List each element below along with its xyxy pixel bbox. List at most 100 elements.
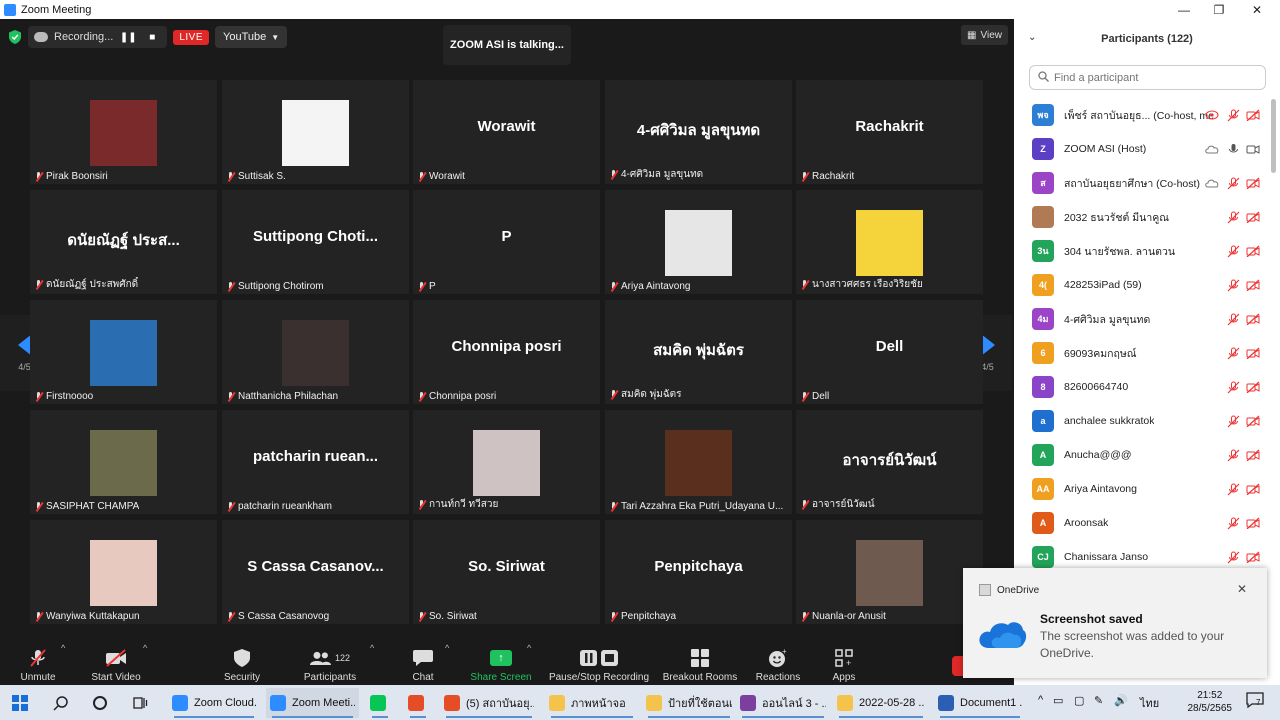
- video-tile[interactable]: นางสาวศศธร เรืองวิริยชัย: [796, 190, 983, 294]
- taskbar-app[interactable]: [404, 688, 432, 718]
- microphone-muted-icon[interactable]: [1226, 550, 1240, 564]
- taskbar-app[interactable]: ป้ายที่ใช้ตอนเ...: [642, 688, 736, 718]
- video-tile[interactable]: Penpitchaya Penpitchaya: [605, 520, 792, 624]
- participant-row[interactable]: พจ เพ็ชร์ สถาบันอยุธ... (Co-host, me): [1014, 98, 1270, 132]
- taskbar-app[interactable]: Document1 ...: [934, 688, 1026, 718]
- video-tile[interactable]: Suttisak S.: [222, 80, 409, 184]
- participant-row[interactable]: a anchalee sukkratok: [1014, 404, 1270, 438]
- notification-center-button[interactable]: 7: [1246, 692, 1264, 711]
- participants-button[interactable]: 122 Participants: [300, 639, 360, 683]
- pause-recording-button[interactable]: ❚❚: [119, 28, 137, 46]
- video-tile[interactable]: Wanyiwa Kuttakapun: [30, 520, 217, 624]
- share-screen-button[interactable]: ↑ Share Screen: [468, 639, 534, 683]
- participant-row[interactable]: 6 69093คมกฤษณ์: [1014, 336, 1270, 370]
- live-badge[interactable]: LIVE: [173, 29, 209, 45]
- video-tile[interactable]: ดนัยณัฏฐ์ ประส... ดนัยณัฏฐ์ ประสพศักดิ์: [30, 190, 217, 294]
- video-options-caret[interactable]: ^: [143, 643, 147, 653]
- chat-button[interactable]: Chat: [406, 639, 440, 683]
- system-clock[interactable]: 21:52 28/5/2565: [1188, 689, 1233, 715]
- video-tile[interactable]: สมคิด พุ่มฉัตร สมคิด พุ่มฉัตร: [605, 300, 792, 404]
- video-tile[interactable]: Suttipong Choti... Suttipong Chotirom: [222, 190, 409, 294]
- microphone-muted-icon[interactable]: [1226, 244, 1240, 258]
- video-tile[interactable]: กานท์กวี ทวีสวย: [413, 410, 600, 514]
- participant-row[interactable]: A Aroonsak: [1014, 506, 1270, 540]
- security-button[interactable]: Security: [222, 639, 262, 683]
- participant-row[interactable]: Z ZOOM ASI (Host): [1014, 132, 1270, 166]
- video-tile[interactable]: Tari Azzahra Eka Putri_Udayana U...: [605, 410, 792, 514]
- participant-row[interactable]: A Anucha@@@: [1014, 438, 1270, 472]
- microphone-muted-icon[interactable]: [1226, 312, 1240, 326]
- microphone-muted-icon[interactable]: [1226, 176, 1240, 190]
- participant-row[interactable]: 2032 ธนวรัชต์ มีนาคูณ: [1014, 200, 1270, 234]
- input-language[interactable]: ไทย: [1140, 694, 1159, 712]
- share-options-caret[interactable]: ^: [527, 643, 531, 653]
- participant-search[interactable]: [1029, 65, 1266, 90]
- microphone-icon[interactable]: [1226, 142, 1240, 156]
- microphone-muted-icon[interactable]: [1226, 448, 1240, 462]
- chevron-down-icon[interactable]: ⌄: [1028, 32, 1036, 43]
- participant-row[interactable]: 8 82600664740: [1014, 370, 1270, 404]
- taskbar-app[interactable]: ภาพหน้าจอ: [545, 688, 639, 718]
- taskbar-app[interactable]: [366, 688, 394, 718]
- maximize-button[interactable]: ❐: [1200, 0, 1238, 19]
- network-icon[interactable]: ▢: [1074, 694, 1084, 707]
- video-tile[interactable]: S Cassa Casanov... S Cassa Casanovog: [222, 520, 409, 624]
- taskbar-app[interactable]: Zoom Cloud...: [168, 688, 260, 718]
- microphone-muted-icon[interactable]: [1226, 414, 1240, 428]
- minimize-button[interactable]: —: [1165, 0, 1203, 19]
- video-tile[interactable]: Dell Dell: [796, 300, 983, 404]
- cortana-icon[interactable]: [91, 694, 109, 712]
- microphone-muted-icon[interactable]: [1226, 108, 1240, 122]
- audio-options-caret[interactable]: ^: [61, 643, 65, 653]
- participant-list-scrollbar[interactable]: [1271, 99, 1276, 173]
- close-notification-button[interactable]: ✕: [1237, 582, 1247, 596]
- volume-icon[interactable]: 🔊: [1114, 694, 1128, 707]
- video-tile[interactable]: Natthanicha Philachan: [222, 300, 409, 404]
- shield-icon[interactable]: [8, 29, 22, 45]
- microphone-muted-icon[interactable]: [1226, 210, 1240, 224]
- stop-recording-button[interactable]: ■: [143, 28, 161, 46]
- microphone-muted-icon[interactable]: [1226, 516, 1240, 530]
- microphone-muted-icon[interactable]: [1226, 482, 1240, 496]
- video-tile[interactable]: Ariya Aintavong: [605, 190, 792, 294]
- unmute-button[interactable]: Unmute: [18, 639, 58, 683]
- video-tile[interactable]: Chonnipa posri Chonnipa posri: [413, 300, 600, 404]
- video-tile[interactable]: Rachakrit Rachakrit: [796, 80, 983, 184]
- view-button[interactable]: ▦ View: [961, 25, 1008, 45]
- pen-icon[interactable]: ✎: [1094, 694, 1103, 707]
- battery-icon[interactable]: ▭: [1053, 694, 1063, 707]
- participant-row[interactable]: AA Ariya Aintavong: [1014, 472, 1270, 506]
- video-tile[interactable]: So. Siriwat So. Siriwat: [413, 520, 600, 624]
- taskbar-app[interactable]: ออนไลน์ 3 - ...: [736, 688, 830, 718]
- close-window-button[interactable]: ✕: [1238, 0, 1276, 19]
- participant-search-input[interactable]: [1054, 71, 1254, 84]
- pause-stop-recording-button[interactable]: Pause/Stop Recording: [547, 639, 651, 683]
- onedrive-notification[interactable]: OneDrive ✕ Screenshot saved The screensh…: [963, 568, 1267, 678]
- search-icon[interactable]: [52, 694, 70, 712]
- reactions-button[interactable]: + Reactions: [753, 639, 803, 683]
- taskbar-app[interactable]: Zoom Meeti...: [266, 688, 359, 718]
- video-tile[interactable]: อาจารย์นิวัฒน์ อาจารย์นิวัฒน์: [796, 410, 983, 514]
- video-tile[interactable]: patcharin ruean... patcharin rueankham: [222, 410, 409, 514]
- participant-row[interactable]: 4ม 4-ศศิวิมล มูลขุนทด: [1014, 302, 1270, 336]
- apps-button[interactable]: + Apps: [827, 639, 861, 683]
- participant-row[interactable]: ส สถาบันอยุธยาศึกษา (Co-host): [1014, 166, 1270, 200]
- chat-options-caret[interactable]: ^: [445, 643, 449, 653]
- participant-row[interactable]: 3น 304 นายรัชพล. ลานตวน: [1014, 234, 1270, 268]
- taskbar-app[interactable]: (5) สถาบันอยุ...: [440, 688, 538, 718]
- breakout-rooms-button[interactable]: Breakout Rooms: [661, 639, 739, 683]
- video-tile[interactable]: PP: [413, 190, 600, 294]
- video-tile[interactable]: Firstnoooo: [30, 300, 217, 404]
- video-tile[interactable]: Nuanla-or Anusit: [796, 520, 983, 624]
- task-view-icon[interactable]: [131, 694, 149, 712]
- start-video-button[interactable]: Start Video: [90, 639, 142, 683]
- video-tile[interactable]: Worawit Worawit: [413, 80, 600, 184]
- windows-start-button[interactable]: [12, 695, 28, 711]
- participant-row[interactable]: 4(428253iPad (59): [1014, 268, 1270, 302]
- taskbar-app[interactable]: 2022-05-28 ...: [833, 688, 929, 718]
- video-tile[interactable]: SASIPHAT CHAMPA: [30, 410, 217, 514]
- participants-options-caret[interactable]: ^: [370, 643, 374, 653]
- microphone-muted-icon[interactable]: [1226, 278, 1240, 292]
- microphone-muted-icon[interactable]: [1226, 380, 1240, 394]
- video-tile[interactable]: Pirak Boonsiri: [30, 80, 217, 184]
